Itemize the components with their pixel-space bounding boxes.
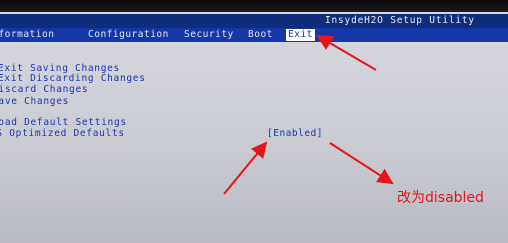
arrow-to-enabled-value <box>223 141 268 195</box>
arrow-from-annotation <box>329 142 394 185</box>
arrow-to-exit-tab <box>316 34 377 71</box>
annotation-text: 改为disabled <box>397 190 484 206</box>
